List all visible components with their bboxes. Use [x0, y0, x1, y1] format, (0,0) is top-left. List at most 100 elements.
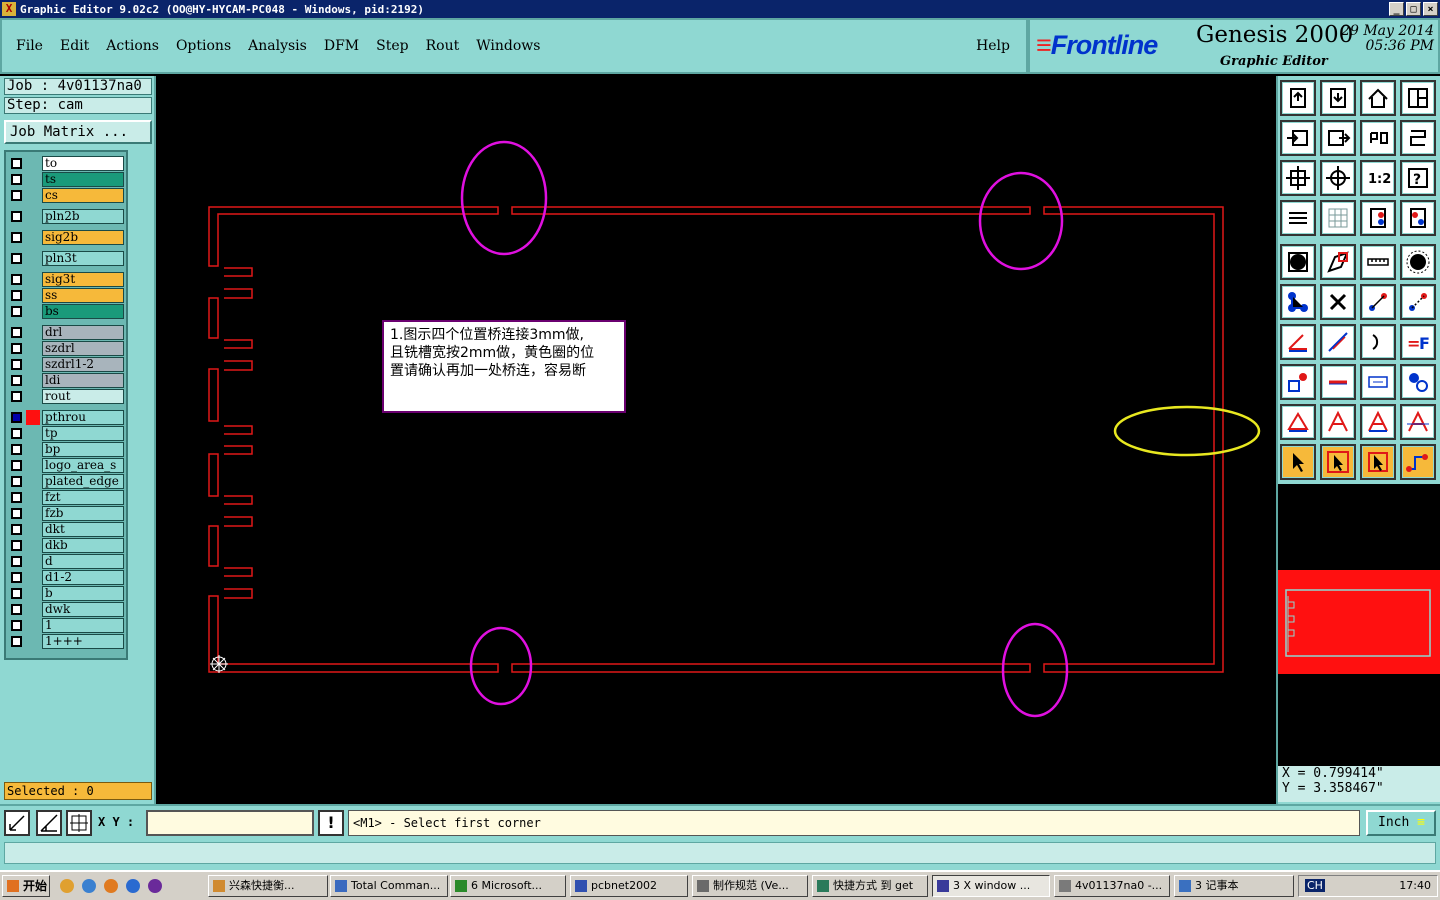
tools-button[interactable]: [1280, 200, 1316, 236]
layer-row[interactable]: fzt: [8, 490, 126, 505]
layer-name[interactable]: pln2b: [42, 209, 124, 224]
graphic-canvas[interactable]: 1.图示四个位置桥连接3mm做, 且铣槽宽按2mm做，黄色圈的位 置请确认再加一…: [156, 76, 1276, 804]
maximize-button[interactable]: □: [1406, 2, 1421, 16]
layer-row[interactable]: sig2b: [8, 230, 126, 245]
net-button[interactable]: [1280, 284, 1316, 320]
quick-launch-icon[interactable]: [60, 879, 74, 893]
layer-row[interactable]: cs: [8, 188, 126, 203]
menu-edit[interactable]: Edit: [60, 38, 89, 54]
layer-name[interactable]: d1-2: [42, 570, 124, 585]
layout-button[interactable]: [1400, 80, 1436, 116]
home-button[interactable]: [1360, 80, 1396, 116]
quick-launch-icon[interactable]: [104, 879, 118, 893]
layer-checkbox[interactable]: [11, 540, 22, 551]
layer-name[interactable]: dwk: [42, 602, 124, 617]
layer-name[interactable]: fzt: [42, 490, 124, 505]
menu-rout[interactable]: Rout: [426, 38, 460, 54]
taskbar-button[interactable]: pcbnet2002: [570, 875, 688, 897]
zoom-center-button[interactable]: [1320, 160, 1356, 196]
layer-row[interactable]: tp: [8, 426, 126, 441]
units-button[interactable]: Inch ≡: [1366, 810, 1436, 836]
taskbar-button[interactable]: 制作规范 (Ve...: [692, 875, 808, 897]
language-indicator[interactable]: CH: [1305, 879, 1325, 892]
alert-icon[interactable]: !: [318, 810, 344, 836]
transform-button[interactable]: [1320, 244, 1356, 280]
layer-compare-button[interactable]: [1400, 200, 1436, 236]
pad-button[interactable]: [1280, 244, 1316, 280]
layer-name[interactable]: ts: [42, 172, 124, 187]
export-button[interactable]: [1320, 120, 1356, 156]
quick-launch-icon[interactable]: [126, 879, 140, 893]
taskbar-button[interactable]: 3 记事本: [1174, 875, 1294, 897]
menu-dfm[interactable]: DFM: [324, 38, 359, 54]
connect-button[interactable]: [1360, 284, 1396, 320]
ruler-button[interactable]: [1360, 244, 1396, 280]
layer-row[interactable]: to: [8, 156, 126, 171]
layer-name[interactable]: tp: [42, 426, 124, 441]
menu-help[interactable]: Help: [976, 38, 1010, 54]
layer-name[interactable]: szdrl1-2: [42, 357, 124, 372]
xy-input[interactable]: [146, 810, 314, 836]
layer-row[interactable]: bs: [8, 304, 126, 319]
layer-checkbox[interactable]: [11, 174, 22, 185]
layer-checkbox[interactable]: [11, 636, 22, 647]
layer-row[interactable]: bp: [8, 442, 126, 457]
layer-row[interactable]: dkt: [8, 522, 126, 537]
layer-row[interactable]: ldi: [8, 373, 126, 388]
layer-checkbox[interactable]: [11, 359, 22, 370]
taskbar-button[interactable]: 4v01137na0 -...: [1054, 875, 1170, 897]
taskbar-button[interactable]: 3 X window ...: [932, 875, 1050, 897]
layer-row[interactable]: ss: [8, 288, 126, 303]
menu-file[interactable]: File: [16, 38, 43, 54]
layer-name[interactable]: ss: [42, 288, 124, 303]
minimize-button[interactable]: _: [1389, 2, 1404, 16]
menu-actions[interactable]: Actions: [106, 38, 159, 54]
zoom-area-button[interactable]: [4, 810, 30, 836]
copy-button[interactable]: [1280, 364, 1316, 400]
layer-name[interactable]: to: [42, 156, 124, 171]
arc-button[interactable]: [1360, 324, 1396, 360]
taskbar-button[interactable]: 6 Microsoft...: [450, 875, 566, 897]
layer-checkbox[interactable]: [11, 253, 22, 264]
layer-name[interactable]: cs: [42, 188, 124, 203]
close-button[interactable]: ×: [1423, 2, 1438, 16]
width-button[interactable]: [1360, 364, 1396, 400]
route-path-button[interactable]: [1400, 444, 1436, 480]
rout-b-button[interactable]: [1360, 404, 1396, 440]
overview-preview[interactable]: [1278, 484, 1440, 766]
layer-checkbox[interactable]: [11, 492, 22, 503]
layer-checkbox[interactable]: [11, 306, 22, 317]
quick-launch-icon[interactable]: [82, 879, 96, 893]
line-button[interactable]: [1320, 324, 1356, 360]
select-alt-button[interactable]: [1360, 444, 1396, 480]
menu-options[interactable]: Options: [176, 38, 231, 54]
layer-name[interactable]: d: [42, 554, 124, 569]
layer-checkbox[interactable]: [11, 556, 22, 567]
measure-button[interactable]: [36, 810, 62, 836]
layer-name[interactable]: 1+++: [42, 634, 124, 649]
menu-step[interactable]: Step: [376, 38, 408, 54]
layer-checkbox[interactable]: [11, 343, 22, 354]
layer-name[interactable]: dkt: [42, 522, 124, 537]
shapes-button[interactable]: [1400, 364, 1436, 400]
layer-name[interactable]: b: [42, 586, 124, 601]
layer-row[interactable]: 1: [8, 618, 126, 633]
layer-checkbox[interactable]: [11, 508, 22, 519]
layer-checkbox[interactable]: [11, 444, 22, 455]
layer-name[interactable]: bs: [42, 304, 124, 319]
taskbar-button[interactable]: 兴森快捷衡...: [208, 875, 328, 897]
layer-row[interactable]: dwk: [8, 602, 126, 617]
layer-checkbox[interactable]: [11, 391, 22, 402]
fit-view-button[interactable]: [1280, 160, 1316, 196]
grid-button[interactable]: [1320, 200, 1356, 236]
menu-windows[interactable]: Windows: [476, 38, 540, 54]
taskbar-button[interactable]: Total Comman...: [330, 875, 448, 897]
menu-analysis[interactable]: Analysis: [248, 38, 307, 54]
layer-checkbox[interactable]: [11, 460, 22, 471]
layer-checkbox[interactable]: [11, 476, 22, 487]
layer-name[interactable]: pthrou: [42, 410, 124, 425]
save-job-button[interactable]: [1320, 80, 1356, 116]
delta-button[interactable]: [1280, 404, 1316, 440]
layer-row[interactable]: rout: [8, 389, 126, 404]
quick-launch-icon[interactable]: [148, 879, 162, 893]
